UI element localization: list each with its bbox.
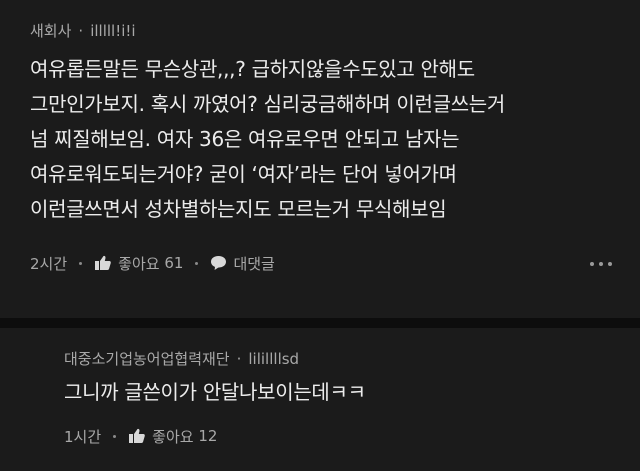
comment-meta: 새회사 · illlll!i!i <box>30 20 136 41</box>
like-count: 61 <box>164 254 184 272</box>
reply-author[interactable]: 대중소기업농어업협력재단 <box>64 350 230 368</box>
action-separator <box>195 261 199 265</box>
thumbs-up-icon <box>94 255 112 271</box>
reply-label: 대댓글 <box>233 254 275 273</box>
comment-username[interactable]: illlll!i!i <box>90 22 135 40</box>
comment-time: 2시간 <box>30 254 68 273</box>
comment: 새회사 · illlll!i!i 여유롭든말든 무슨상관,,,? 급하지않을수도있고… <box>0 0 640 318</box>
like-label: 좋아요 <box>152 427 194 446</box>
like-label: 좋아요 <box>118 254 160 273</box>
comment-line: 여유로워도되는거야? 굳이 ‘여자’라는 단어 넣어가며 <box>30 162 457 186</box>
action-separator <box>79 261 83 265</box>
action-separator <box>113 434 117 438</box>
comment-like-button[interactable]: 좋아요 61 <box>94 253 183 274</box>
reply-time: 1시간 <box>64 427 102 446</box>
reply-body: 그니까 글쓴이가 안달나보이는데ㅋㅋ <box>64 375 366 410</box>
reply-actions: 1시간 좋아요 12 <box>64 425 217 447</box>
comment-actions: 2시간 좋아요 61 대댓글 <box>30 252 275 274</box>
more-horizontal-icon <box>599 262 603 266</box>
reply-username[interactable]: lilillllsd <box>248 350 299 368</box>
thumbs-up-icon <box>128 428 146 444</box>
more-options-button[interactable] <box>590 262 612 266</box>
comment-author[interactable]: 새회사 <box>30 22 71 40</box>
comment-body: 여유롭든말든 무슨상관,,,? 급하지않을수도있고 안해도 그만인가보지. 혹시… <box>30 52 505 227</box>
comment-separator <box>0 318 640 328</box>
comment-line: 넘 찌질해보임. 여자 36은 여유로우면 안되고 남자는 <box>30 127 460 151</box>
like-count: 12 <box>198 427 218 445</box>
reply-text: 그니까 글쓴이가 안달나보이는데ㅋㅋ <box>64 380 366 404</box>
meta-dot: · <box>78 22 84 40</box>
more-horizontal-icon <box>608 262 612 266</box>
reply-like-button[interactable]: 좋아요 12 <box>128 426 217 447</box>
reply-meta: 대중소기업농어업협력재단 · lilillllsd <box>64 348 299 369</box>
comment-line: 이런글쓰면서 성차별하는지도 모르는거 무식해보임 <box>30 197 447 221</box>
speech-bubble-icon <box>210 255 227 271</box>
more-horizontal-icon <box>590 262 594 266</box>
reply-comment: 대중소기업농어업협력재단 · lilillllsd 그니까 글쓴이가 안달나보이는데… <box>0 328 640 471</box>
comment-line: 여유롭든말든 무슨상관,,,? 급하지않을수도있고 안해도 <box>30 57 475 81</box>
reply-button[interactable]: 대댓글 <box>210 253 275 274</box>
comment-line: 그만인가보지. 혹시 까였어? 심리궁금해하며 이런글쓰는거 <box>30 92 506 116</box>
meta-dot: · <box>236 350 242 368</box>
